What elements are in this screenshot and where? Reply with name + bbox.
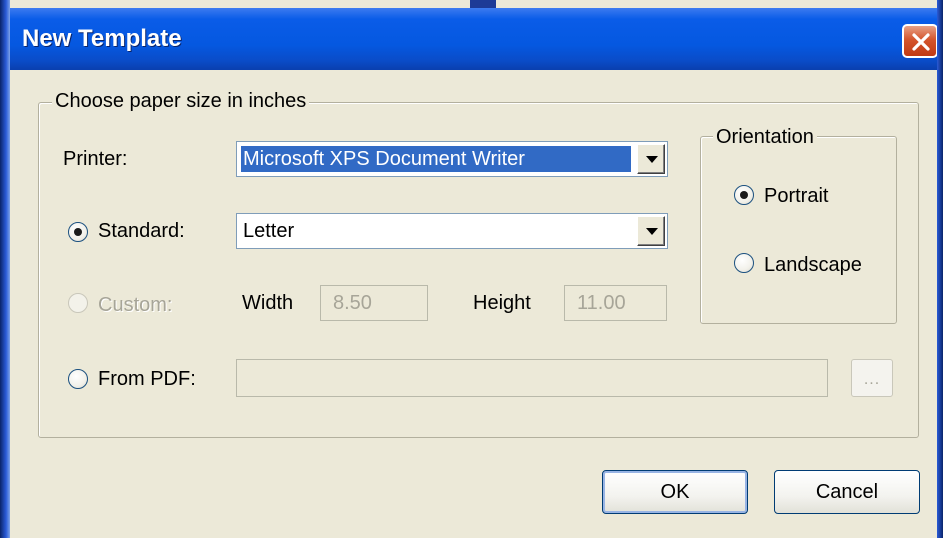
chevron-down-icon[interactable] — [637, 144, 665, 174]
from-pdf-label: From PDF: — [98, 368, 196, 390]
from-pdf-radio[interactable] — [68, 369, 88, 389]
custom-label: Custom: — [98, 294, 173, 316]
chevron-down-icon[interactable] — [637, 216, 665, 246]
ok-button[interactable]: OK — [602, 470, 748, 514]
paper-size-group-legend: Choose paper size in inches — [52, 90, 310, 113]
width-label: Width — [242, 292, 294, 314]
printer-dropdown[interactable]: Microsoft XPS Document Writer — [236, 141, 668, 177]
close-button[interactable] — [902, 24, 938, 58]
standard-radio[interactable] — [68, 222, 88, 242]
dialog-title: New Template — [22, 25, 182, 52]
window-border-left — [0, 0, 10, 538]
title-bar[interactable]: New Template — [0, 8, 943, 70]
orientation-group — [700, 136, 897, 324]
window-border-right — [937, 0, 943, 538]
new-template-dialog: New Template Choose paper size in inches… — [0, 0, 943, 538]
standard-label: Standard: — [98, 220, 185, 242]
landscape-radio[interactable] — [734, 253, 754, 273]
portrait-radio[interactable] — [734, 185, 754, 205]
height-label: Height — [473, 292, 531, 314]
browse-button[interactable]: ... — [851, 359, 893, 397]
pdf-path-field[interactable] — [236, 359, 828, 397]
cancel-button[interactable]: Cancel — [774, 470, 920, 514]
landscape-label: Landscape — [764, 254, 862, 276]
standard-selected-value: Letter — [243, 220, 295, 242]
custom-radio[interactable] — [68, 293, 88, 313]
orientation-group-legend: Orientation — [713, 126, 817, 149]
dialog-body: Choose paper size in inches Printer: Mic… — [10, 70, 937, 538]
background-window-edge — [470, 0, 496, 8]
width-field[interactable]: 8.50 — [320, 285, 428, 321]
height-field[interactable]: 11.00 — [564, 285, 667, 321]
printer-label: Printer: — [63, 148, 128, 170]
standard-size-dropdown[interactable]: Letter — [236, 213, 668, 249]
close-icon — [912, 33, 930, 51]
portrait-label: Portrait — [764, 185, 829, 207]
printer-selected-value: Microsoft XPS Document Writer — [241, 146, 631, 172]
